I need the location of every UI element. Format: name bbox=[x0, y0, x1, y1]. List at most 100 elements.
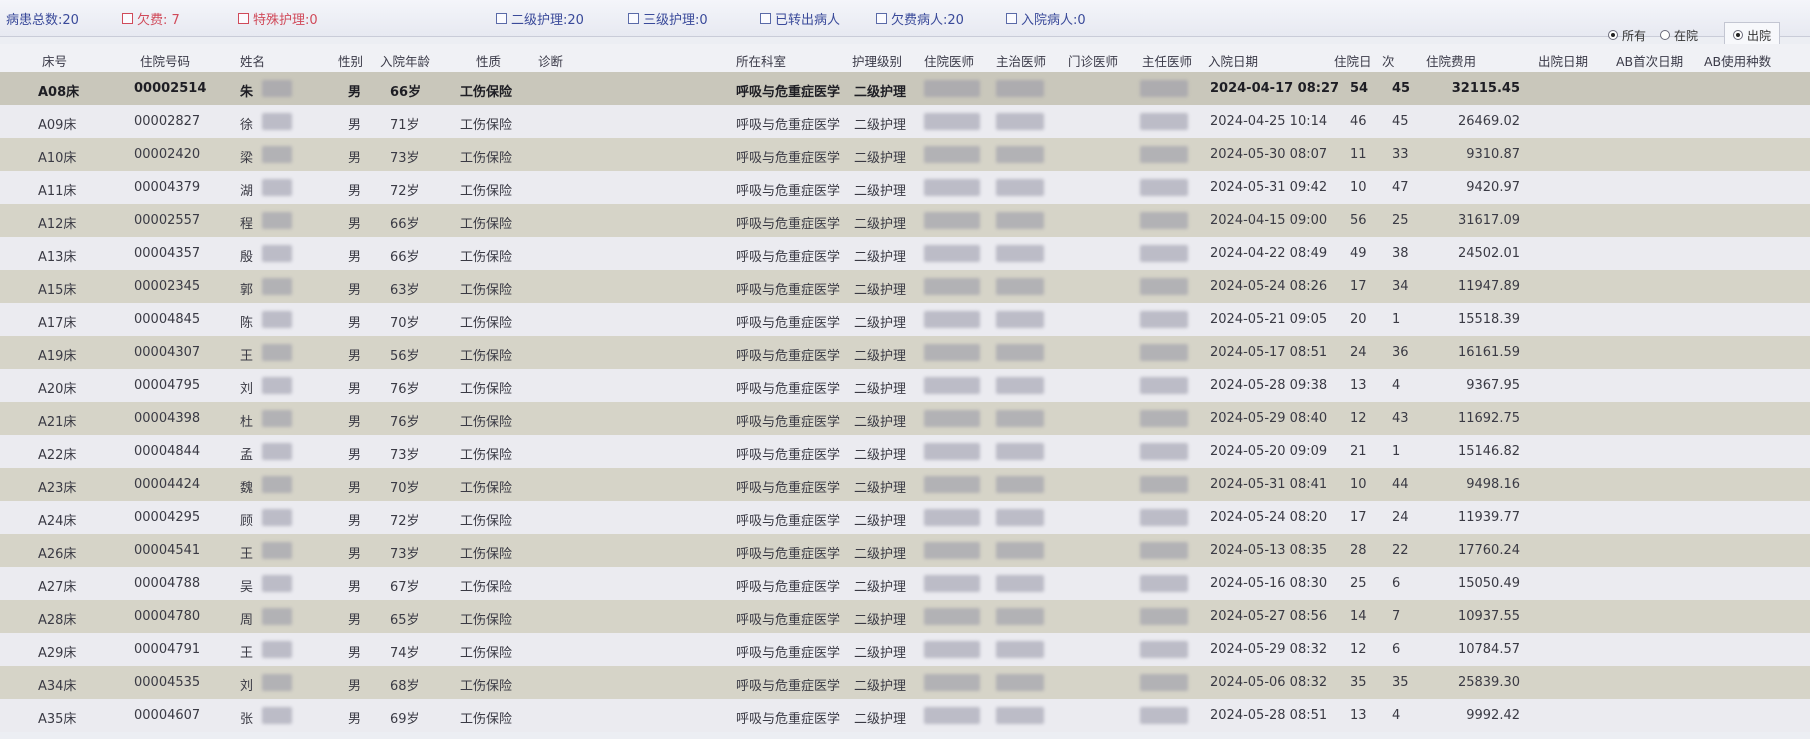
table-row[interactable]: A34床 00004535 刘 男 68岁 工伤保险 呼吸与危重症医学 二级护理 2024-05… bbox=[0, 666, 1810, 699]
header-care-level[interactable]: 护理级别 bbox=[852, 51, 902, 70]
header-sex[interactable]: 性别 bbox=[338, 51, 363, 70]
header-chief-doctor[interactable]: 主任医师 bbox=[1142, 51, 1192, 70]
header-discharge-date[interactable]: 出院日期 bbox=[1538, 51, 1588, 70]
cell-admission-date: 2024-05-28 08:51 bbox=[1210, 708, 1328, 723]
redaction-mask bbox=[924, 641, 980, 658]
header-attending-doctor[interactable]: 主治医师 bbox=[996, 51, 1046, 70]
filter-arrears-checkbox[interactable]: 欠费: 7 bbox=[122, 9, 180, 28]
table-row[interactable]: A20床 00004795 刘 男 76岁 工伤保险 呼吸与危重症医学 二级护理 2024-05… bbox=[0, 369, 1810, 402]
filter-level3-care-checkbox[interactable]: 三级护理:0 bbox=[628, 9, 708, 28]
header-outpatient-doctor[interactable]: 门诊医师 bbox=[1068, 51, 1118, 70]
table-row[interactable]: A35床 00004607 张 男 69岁 工伤保险 呼吸与危重症医学 二级护理 2024-05… bbox=[0, 699, 1810, 732]
filter-admitted-checkbox[interactable]: 入院病人:0 bbox=[1006, 9, 1086, 28]
header-admission-date[interactable]: 入院日期 bbox=[1208, 51, 1258, 70]
radio-dot[interactable] bbox=[1608, 30, 1618, 40]
table-row[interactable]: A10床 00002420 梁 男 73岁 工伤保险 呼吸与危重症医学 二级护理 2024-05… bbox=[0, 138, 1810, 171]
table-row[interactable]: A22床 00004844 孟 男 73岁 工伤保险 呼吸与危重症医学 二级护理 2024-05… bbox=[0, 435, 1810, 468]
cell-department: 呼吸与危重症医学 bbox=[736, 679, 841, 694]
cell-admission-no: 00004607 bbox=[134, 708, 201, 723]
header-ab-count[interactable]: AB使用种数 bbox=[1704, 51, 1771, 70]
cell-bed: A17床 bbox=[38, 316, 77, 331]
checkbox-box[interactable] bbox=[760, 13, 771, 24]
cell-age: 73岁 bbox=[390, 547, 420, 562]
table-row[interactable]: A28床 00004780 周 男 65岁 工伤保险 呼吸与危重症医学 二级护理 2024-05… bbox=[0, 600, 1810, 633]
redaction-mask bbox=[924, 344, 980, 361]
cell-fee: 9310.87 bbox=[1466, 147, 1520, 162]
redaction-mask bbox=[924, 674, 980, 691]
checkbox-box[interactable] bbox=[496, 13, 507, 24]
cell-bed: A13床 bbox=[38, 250, 77, 265]
checkbox-box[interactable] bbox=[1006, 13, 1017, 24]
table-row[interactable]: A29床 00004791 王 男 74岁 工伤保险 呼吸与危重症医学 二级护理 2024-05… bbox=[0, 633, 1810, 666]
cell-department: 呼吸与危重症医学 bbox=[736, 415, 841, 430]
cell-care-level: 二级护理 bbox=[854, 646, 907, 661]
filter-level2-care-checkbox[interactable]: 二级护理:20 bbox=[496, 9, 584, 28]
checkbox-box[interactable] bbox=[628, 13, 639, 24]
radio-in-hospital[interactable]: 在院 bbox=[1660, 27, 1698, 44]
table-row[interactable]: A26床 00004541 王 男 73岁 工伤保险 呼吸与危重症医学 二级护理 2024-05… bbox=[0, 534, 1810, 567]
header-name[interactable]: 姓名 bbox=[240, 51, 265, 70]
radio-dot[interactable] bbox=[1660, 30, 1671, 40]
cell-admission-no: 00004307 bbox=[134, 345, 201, 360]
header-resident-doctor[interactable]: 住院医师 bbox=[924, 51, 974, 70]
redaction-mask bbox=[996, 443, 1044, 460]
table-row[interactable]: A12床 00002557 程 男 66岁 工伤保险 呼吸与危重症医学 二级护理 2024-04… bbox=[0, 204, 1810, 237]
header-diagnosis[interactable]: 诊断 bbox=[538, 51, 563, 70]
redaction-mask bbox=[1140, 410, 1188, 427]
table-row[interactable]: A17床 00004845 陈 男 70岁 工伤保险 呼吸与危重症医学 二级护理 2024-05… bbox=[0, 303, 1810, 336]
radio-all[interactable]: 所有 bbox=[1608, 27, 1646, 44]
cell-admission-date: 2024-05-31 09:42 bbox=[1210, 180, 1328, 195]
checkbox-box[interactable] bbox=[876, 13, 887, 24]
table-row[interactable]: A13床 00004357 殷 男 66岁 工伤保险 呼吸与危重症医学 二级护理 2024-04… bbox=[0, 237, 1810, 270]
cell-hospital-days: 14 bbox=[1350, 609, 1367, 624]
table-row[interactable]: A19床 00004307 王 男 56岁 工伤保险 呼吸与危重症医学 二级护理 2024-05… bbox=[0, 336, 1810, 369]
cell-fee: 25839.30 bbox=[1457, 675, 1520, 690]
header-age[interactable]: 入院年龄 bbox=[380, 51, 430, 70]
header-times[interactable]: 次 bbox=[1382, 51, 1395, 70]
cell-age: 73岁 bbox=[390, 151, 420, 166]
cell-bed: A21床 bbox=[38, 415, 77, 430]
cell-name: 吴 bbox=[240, 580, 254, 595]
header-fee[interactable]: 住院费用 bbox=[1426, 51, 1476, 70]
redaction-mask bbox=[996, 245, 1044, 262]
cell-department: 呼吸与危重症医学 bbox=[736, 382, 841, 397]
table-row[interactable]: A27床 00004788 吴 男 67岁 工伤保险 呼吸与危重症医学 二级护理 2024-05… bbox=[0, 567, 1810, 600]
cell-admission-no: 00004791 bbox=[134, 642, 201, 657]
table-row[interactable]: A15床 00002345 郭 男 63岁 工伤保险 呼吸与危重症医学 二级护理 2024-05… bbox=[0, 270, 1810, 303]
table-row[interactable]: A11床 00004379 湖 男 72岁 工伤保险 呼吸与危重症医学 二级护理 2024-05… bbox=[0, 171, 1810, 204]
header-hospital-days[interactable]: 住院日 bbox=[1334, 51, 1372, 70]
radio-discharged[interactable]: 出院 bbox=[1733, 27, 1771, 44]
header-ab-first-date[interactable]: AB首次日期 bbox=[1616, 51, 1683, 70]
redaction-mask bbox=[924, 509, 980, 526]
cell-type: 工伤保险 bbox=[460, 184, 513, 199]
filter-arrears-patients-checkbox[interactable]: 欠费病人:20 bbox=[876, 9, 964, 28]
table-row[interactable]: A24床 00004295 顾 男 72岁 工伤保险 呼吸与危重症医学 二级护理 2024-05… bbox=[0, 501, 1810, 534]
table-row[interactable]: A08床 00002514 朱 男 66岁 工伤保险 呼吸与危重症医学 二级护理 2024-04… bbox=[0, 72, 1810, 105]
cell-bed: A35床 bbox=[38, 712, 77, 727]
radio-dot[interactable] bbox=[1733, 30, 1744, 40]
checkbox-box[interactable] bbox=[122, 13, 133, 24]
header-type[interactable]: 性质 bbox=[476, 51, 501, 70]
header-department[interactable]: 所在科室 bbox=[736, 51, 786, 70]
cell-age: 67岁 bbox=[390, 580, 420, 595]
header-bed[interactable]: 床号 bbox=[42, 51, 67, 70]
header-admission-no[interactable]: 住院号码 bbox=[140, 51, 190, 70]
patient-total-label: 病患总数:20 bbox=[6, 13, 79, 28]
checkbox-box[interactable] bbox=[238, 13, 249, 24]
cell-care-level: 二级护理 bbox=[854, 580, 907, 595]
filter-special-care-checkbox[interactable]: 特殊护理:0 bbox=[238, 9, 318, 28]
cell-admission-date: 2024-04-17 08:27 bbox=[1210, 81, 1340, 96]
redaction-mask bbox=[996, 344, 1044, 361]
cell-type: 工伤保险 bbox=[460, 250, 513, 265]
cell-fee: 16161.59 bbox=[1457, 345, 1520, 360]
redaction-mask bbox=[996, 80, 1044, 97]
cell-department: 呼吸与危重症医学 bbox=[736, 547, 841, 562]
redaction-mask bbox=[262, 80, 292, 97]
redaction-mask bbox=[262, 476, 292, 493]
cell-fee: 17760.24 bbox=[1457, 543, 1520, 558]
table-row[interactable]: A21床 00004398 杜 男 76岁 工伤保险 呼吸与危重症医学 二级护理 2024-05… bbox=[0, 402, 1810, 435]
filter-transferred-checkbox[interactable]: 已转出病人 bbox=[760, 9, 840, 28]
redaction-mask bbox=[262, 410, 292, 427]
table-row[interactable]: A23床 00004424 魏 男 70岁 工伤保险 呼吸与危重症医学 二级护理 2024-05… bbox=[0, 468, 1810, 501]
table-row[interactable]: A09床 00002827 徐 男 71岁 工伤保险 呼吸与危重症医学 二级护理 2024-04… bbox=[0, 105, 1810, 138]
